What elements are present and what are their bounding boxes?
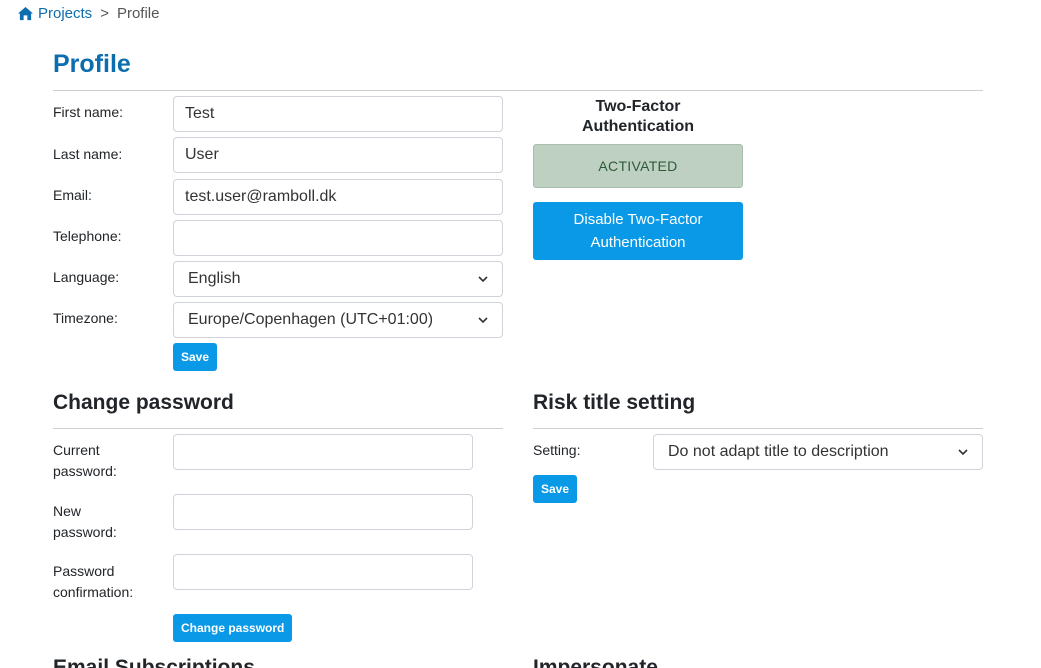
risk-setting-value: Do not adapt title to description (668, 443, 889, 460)
telephone-label: Telephone: (53, 228, 122, 244)
email-value: test.user@ramboll.dk (185, 188, 337, 205)
new-password-input[interactable] (173, 494, 473, 530)
telephone-input[interactable] (173, 220, 503, 256)
home-icon (18, 6, 33, 21)
two-factor-heading-line1: Two-Factor (595, 98, 681, 115)
risk-setting-label: Setting: (533, 442, 581, 458)
two-factor-status-badge: ACTIVATED (533, 144, 743, 188)
breadcrumb-current: Profile (116, 5, 160, 22)
last-name-input[interactable]: User (173, 137, 503, 173)
timezone-label: Timezone: (53, 310, 118, 326)
two-factor-heading: Two-Factor Authentication (533, 97, 743, 137)
risk-setting-select[interactable]: Do not adapt title to description (653, 434, 983, 470)
new-password-label: New password: (53, 501, 117, 543)
password-confirmation-input[interactable] (173, 554, 473, 590)
chevron-down-icon (478, 317, 488, 324)
timezone-select[interactable]: Europe/Copenhagen (UTC+01:00) (173, 302, 503, 338)
title-divider (53, 90, 983, 91)
risk-setting-save-button[interactable]: Save (533, 475, 578, 503)
first-name-value: Test (185, 105, 215, 122)
last-name-label: Last name: (53, 146, 123, 162)
profile-save-button[interactable]: Save (173, 343, 218, 371)
change-password-button[interactable]: Change password (173, 614, 293, 642)
language-label: Language: (53, 269, 120, 285)
breadcrumb: Projects > Profile (17, 5, 159, 22)
password-confirmation-label-line2: confirmation: (53, 584, 134, 600)
current-password-label: Current password: (53, 440, 117, 482)
timezone-value: Europe/Copenhagen (UTC+01:00) (188, 311, 434, 328)
new-password-label-line2: password: (53, 524, 117, 540)
new-password-label-line1: New (53, 503, 82, 519)
password-confirmation-label-line1: Password (53, 563, 115, 579)
chevron-down-icon (958, 449, 968, 456)
disable-two-factor-button[interactable]: Disable Two-Factor Authentication (533, 202, 743, 260)
email-subscriptions-title: Email Subscriptions (53, 656, 255, 668)
breadcrumb-projects-link[interactable]: Projects (17, 5, 92, 22)
change-password-divider (53, 428, 503, 429)
email-input[interactable]: test.user@ramboll.dk (173, 179, 503, 215)
first-name-input[interactable]: Test (173, 96, 503, 132)
change-password-title: Change password (53, 391, 234, 414)
current-password-label-line1: Current (53, 442, 100, 458)
two-factor-heading-line2: Authentication (582, 118, 694, 135)
last-name-value: User (185, 146, 219, 163)
current-password-label-line2: password: (53, 463, 117, 479)
password-confirmation-label: Password confirmation: (53, 561, 133, 603)
page-title: Profile (53, 50, 131, 78)
impersonate-title: Impersonate (533, 656, 658, 668)
first-name-label: First name: (53, 104, 124, 120)
breadcrumb-separator: > (100, 5, 109, 22)
language-value: English (188, 270, 241, 287)
email-label: Email: (53, 187, 92, 203)
chevron-down-icon (478, 276, 488, 283)
current-password-input[interactable] (173, 434, 473, 470)
disable-two-factor-label-line1: Disable Two-Factor (573, 211, 703, 228)
risk-title-setting-title: Risk title setting (533, 391, 696, 414)
breadcrumb-projects-label: Projects (38, 5, 93, 22)
risk-title-divider (533, 428, 983, 429)
disable-two-factor-label-line2: Authentication (590, 234, 686, 251)
language-select[interactable]: English (173, 261, 503, 297)
